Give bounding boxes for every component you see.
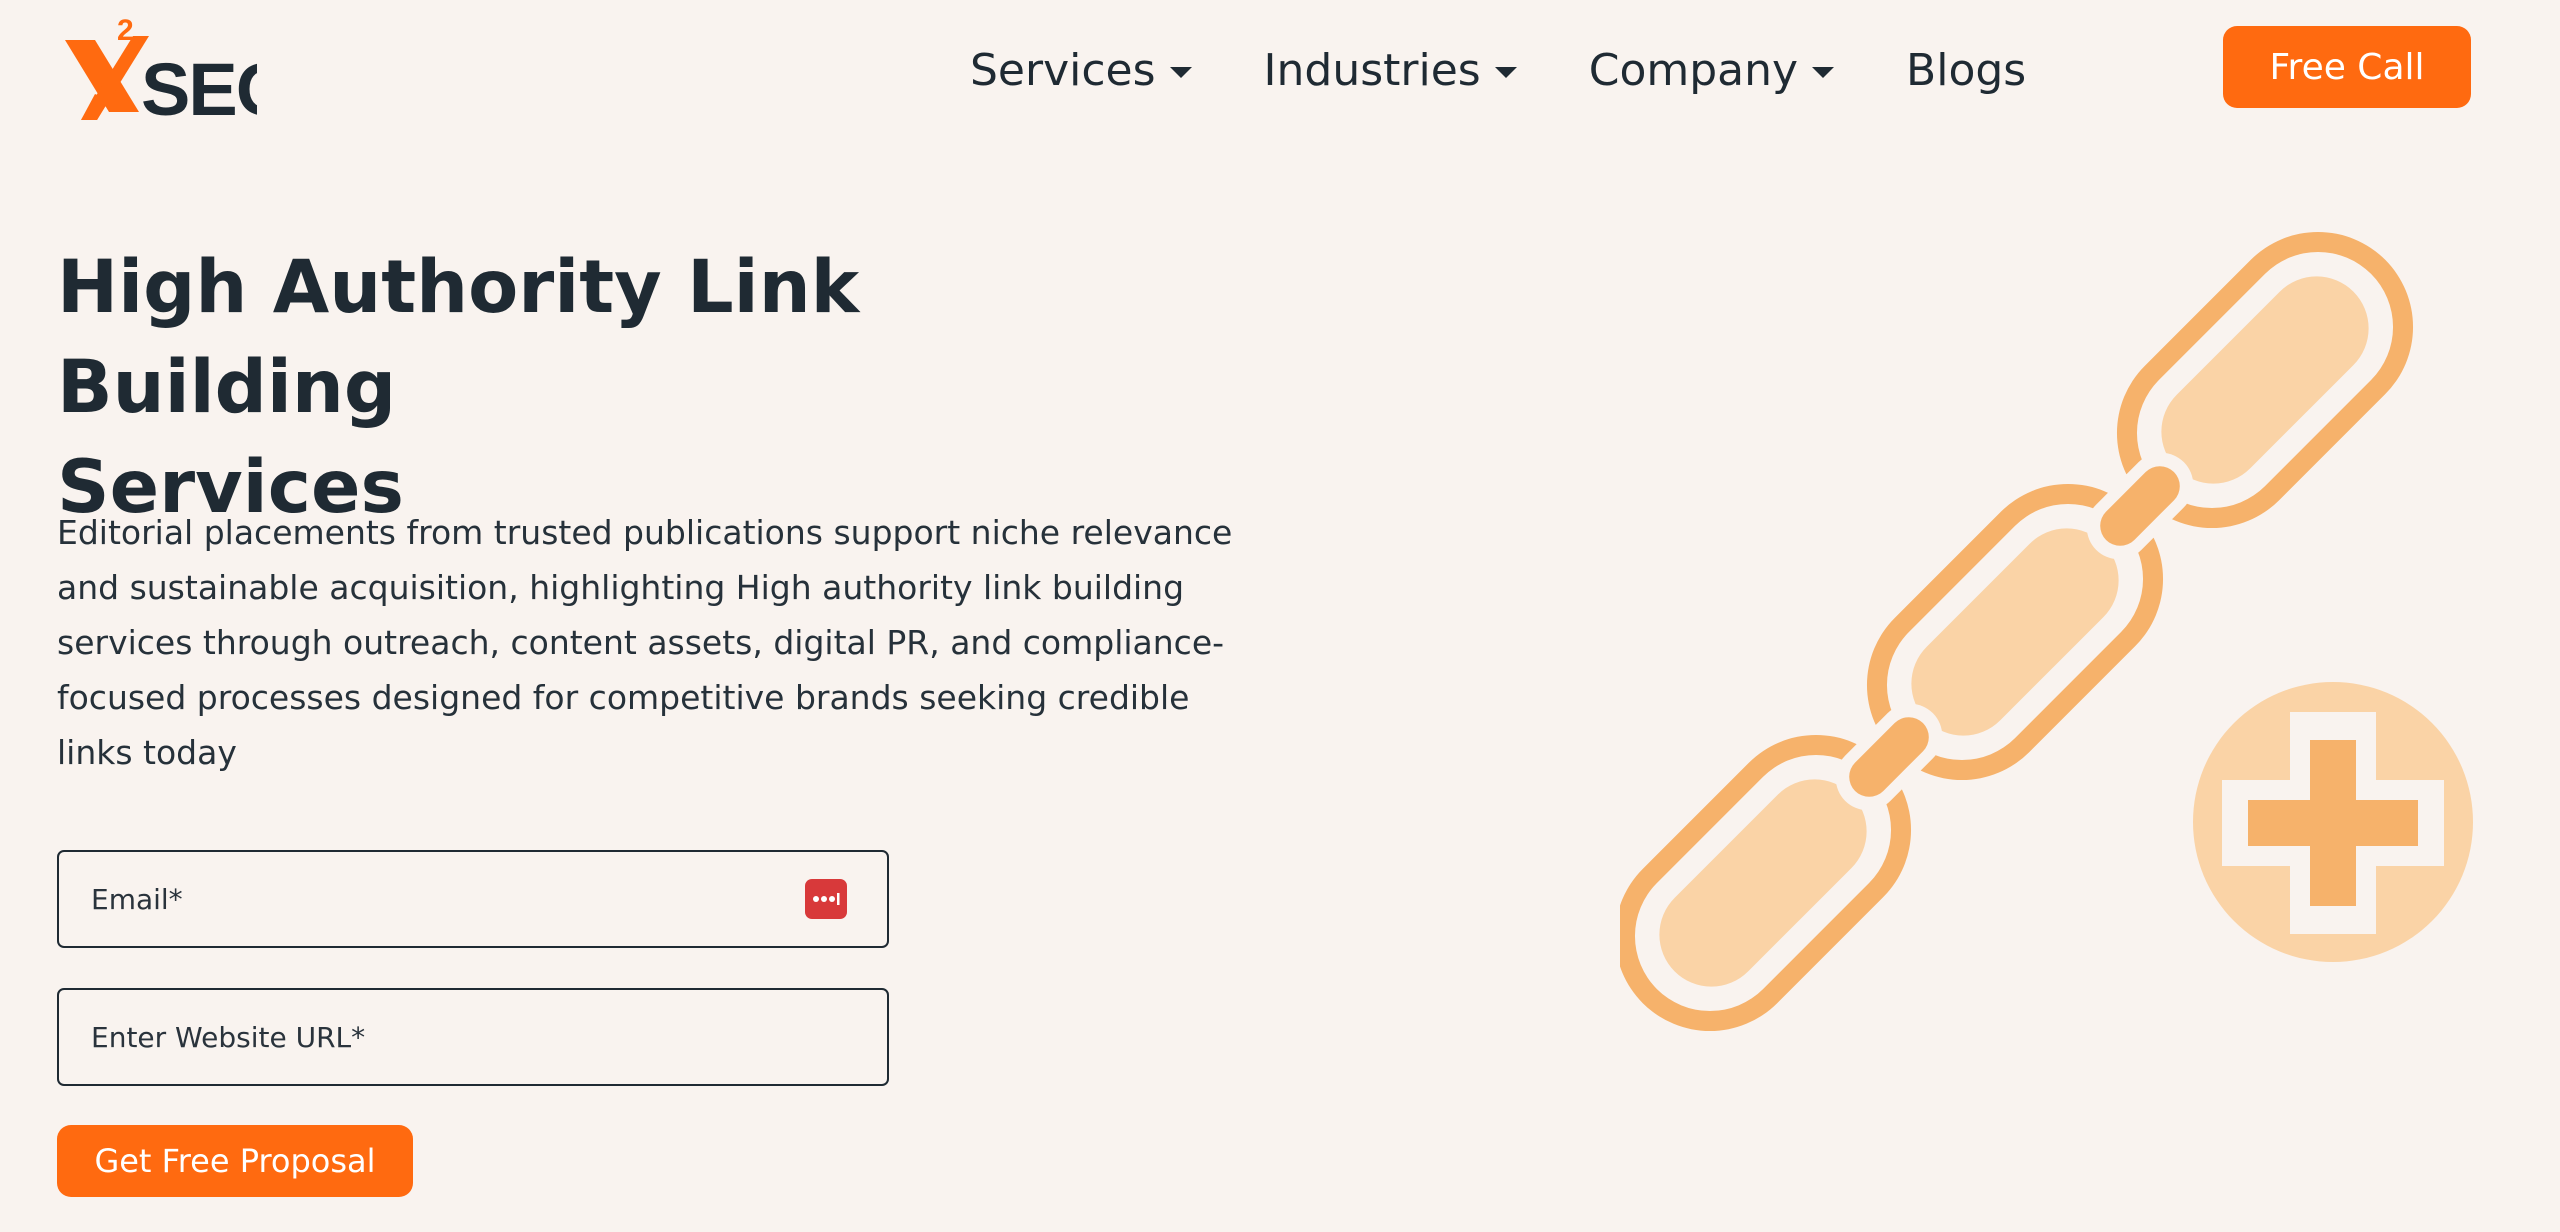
nav-item-label: Services	[970, 44, 1156, 96]
nav-item-company[interactable]: Company	[1588, 44, 1835, 96]
chevron-down-icon	[1812, 66, 1835, 78]
hero-description: Editorial placements from trusted public…	[57, 513, 1233, 772]
website-url-field[interactable]	[91, 1020, 855, 1054]
chevron-down-icon	[1169, 66, 1192, 78]
free-call-button[interactable]: Free Call	[2223, 26, 2471, 108]
page: 2 SEO Services Industries Company Blogs …	[0, 0, 2560, 1232]
main-nav: Services Industries Company Blogs	[970, 30, 2098, 110]
page-title: High Authority Link Building Services	[57, 238, 1207, 538]
password-manager-icon[interactable]	[805, 879, 847, 919]
website-url-field-wrapper	[57, 988, 889, 1086]
get-free-proposal-button[interactable]: Get Free Proposal	[57, 1125, 413, 1197]
nav-item-label: Blogs	[1906, 44, 2027, 96]
chevron-down-icon	[1494, 66, 1517, 78]
x2seo-logo[interactable]: 2 SEO	[57, 12, 257, 122]
page-title-line1: High Authority Link Building	[57, 245, 860, 430]
plus-circle-icon	[2193, 682, 2473, 962]
email-field[interactable]	[91, 882, 805, 916]
logo-superscript: 2	[117, 14, 134, 47]
nav-item-label: Company	[1588, 44, 1799, 96]
email-field-wrapper	[57, 850, 889, 948]
nav-item-industries[interactable]: Industries	[1264, 45, 1517, 96]
nav-item-services[interactable]: Services	[970, 45, 1192, 96]
logo-text: SEO	[141, 48, 257, 122]
link-building-illustration	[1620, 231, 2473, 1032]
nav-item-blogs[interactable]: Blogs	[1906, 45, 2026, 96]
nav-item-label: Industries	[1263, 44, 1481, 96]
